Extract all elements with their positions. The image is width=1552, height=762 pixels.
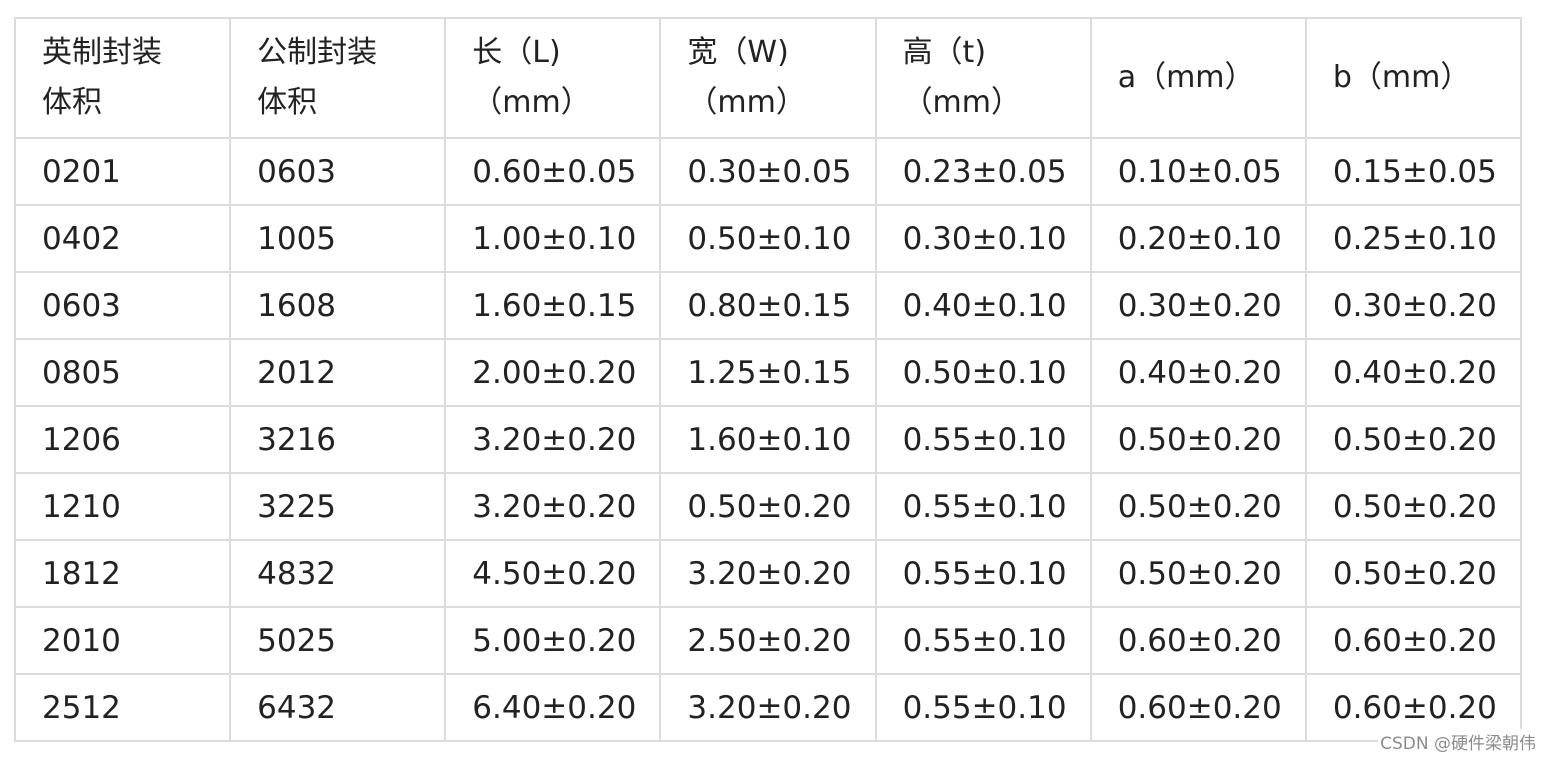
table-cell: 4.50±0.20: [444, 539, 662, 608]
table-cell: 0.50±0.20: [659, 472, 877, 541]
table-cell: 1.00±0.10: [444, 204, 662, 273]
table-cell: 1608: [229, 271, 447, 340]
table-cell: 0.55±0.10: [874, 539, 1092, 608]
table-row: 2512 6432 6.40±0.20 3.20±0.20 0.55±0.10 0.60±…: [13, 673, 1523, 742]
header-b: b（mm）: [1304, 17, 1523, 139]
table-cell: 0.40±0.10: [874, 271, 1092, 340]
table-cell: 0.25±0.10: [1304, 204, 1523, 273]
table-cell: 3216: [229, 405, 447, 474]
table-cell: 0.55±0.10: [874, 673, 1092, 742]
table-cell: 6.40±0.20: [444, 673, 662, 742]
table-cell: 3.20±0.20: [659, 539, 877, 608]
table-cell: 0.30±0.20: [1089, 271, 1307, 340]
table-cell: 3.20±0.20: [444, 405, 662, 474]
table-row: 0805 2012 2.00±0.20 1.25±0.15 0.50±0.10 0.40±…: [13, 338, 1523, 407]
table-cell: 0.55±0.10: [874, 472, 1092, 541]
header-width: 宽（W) （mm）: [659, 17, 877, 139]
table-cell: 0.50±0.20: [1304, 539, 1523, 608]
table-cell: 0201: [13, 137, 232, 206]
table-row: 0402 1005 1.00±0.10 0.50±0.10 0.30±0.10 0.20±…: [13, 204, 1523, 273]
table-cell: 0.50±0.10: [659, 204, 877, 273]
table-row: 1210 3225 3.20±0.20 0.50±0.20 0.55±0.10 0.50±…: [13, 472, 1523, 541]
table-cell: 0.50±0.20: [1304, 405, 1523, 474]
table-cell: 5025: [229, 606, 447, 675]
table-cell: 0402: [13, 204, 232, 273]
header-line: （mm）: [902, 85, 1022, 120]
table-body: 0201 0603 0.60±0.05 0.30±0.05 0.23±0.05 0.10±…: [13, 137, 1523, 742]
table-cell: 0.60±0.20: [1304, 606, 1523, 675]
table-cell: 1005: [229, 204, 447, 273]
table-cell: 0.55±0.10: [874, 606, 1092, 675]
header-a: a（mm）: [1089, 17, 1307, 139]
table-cell: 2.00±0.20: [444, 338, 662, 407]
table-cell: 0.60±0.20: [1089, 606, 1307, 675]
table-cell: 0.50±0.20: [1089, 405, 1307, 474]
table-cell: 1206: [13, 405, 232, 474]
header-length: 长（L) （mm）: [444, 17, 662, 139]
table-cell: 6432: [229, 673, 447, 742]
table-cell: 0.30±0.20: [1304, 271, 1523, 340]
table-cell: 0.40±0.20: [1304, 338, 1523, 407]
header-imperial-package: 英制封装 体积: [13, 17, 232, 139]
table-cell: 0.60±0.05: [444, 137, 662, 206]
table-cell: 2.50±0.20: [659, 606, 877, 675]
table-cell: 2012: [229, 338, 447, 407]
table-cell: 0805: [13, 338, 232, 407]
table-cell: 3225: [229, 472, 447, 541]
table-cell: 0.30±0.05: [659, 137, 877, 206]
header-line: 英制封装: [42, 35, 162, 70]
header-line: 体积: [42, 85, 102, 120]
table-cell: 1.60±0.10: [659, 405, 877, 474]
table-row: 0603 1608 1.60±0.15 0.80±0.15 0.40±0.10 0.30±…: [13, 271, 1523, 340]
table-cell: 0603: [229, 137, 447, 206]
package-dimension-table: 英制封装 体积 公制封装 体积 长（L) （mm） 宽（W) （mm） 高（t)…: [13, 17, 1523, 742]
table-cell: 0.55±0.10: [874, 405, 1092, 474]
table-cell: 0.20±0.10: [1089, 204, 1307, 273]
table-cell: 1812: [13, 539, 232, 608]
table-cell: 1210: [13, 472, 232, 541]
table-cell: 0.60±0.20: [1089, 673, 1307, 742]
table-cell: 3.20±0.20: [659, 673, 877, 742]
header-line: （mm）: [687, 85, 806, 120]
header-metric-package: 公制封装 体积: [229, 17, 447, 139]
table-row: 1812 4832 4.50±0.20 3.20±0.20 0.55±0.10 0.50±…: [13, 539, 1523, 608]
table-cell: 2512: [13, 673, 232, 742]
header-height: 高（t) （mm）: [874, 17, 1092, 139]
table-cell: 0.50±0.20: [1304, 472, 1523, 541]
table-cell: 0.50±0.20: [1089, 539, 1307, 608]
header-line: （mm）: [472, 85, 591, 120]
header-line: a（mm）: [1117, 60, 1255, 95]
table-header-row: 英制封装 体积 公制封装 体积 长（L) （mm） 宽（W) （mm） 高（t)…: [13, 17, 1523, 139]
table-cell: 4832: [229, 539, 447, 608]
table-row: 0201 0603 0.60±0.05 0.30±0.05 0.23±0.05 0.10±…: [13, 137, 1523, 206]
table-cell: 0.50±0.10: [874, 338, 1092, 407]
table-cell: 1.60±0.15: [444, 271, 662, 340]
table-cell: 5.00±0.20: [444, 606, 662, 675]
table-cell: 0.15±0.05: [1304, 137, 1523, 206]
header-line: 体积: [257, 85, 318, 120]
table-cell: 3.20±0.20: [444, 472, 662, 541]
watermark: CSDN @硬件梁朝伟: [1378, 729, 1538, 754]
header-line: 宽（W): [687, 35, 789, 70]
table-cell: 0.23±0.05: [874, 137, 1092, 206]
table-row: 1206 3216 3.20±0.20 1.60±0.10 0.55±0.10 0.50±…: [13, 405, 1523, 474]
table-cell: 0.50±0.20: [1089, 472, 1307, 541]
header-line: 公制封装: [257, 35, 378, 70]
table-cell: 0.10±0.05: [1089, 137, 1307, 206]
table-row: 2010 5025 5.00±0.20 2.50±0.20 0.55±0.10 0.60±…: [13, 606, 1523, 675]
header-line: 高（t): [902, 35, 987, 70]
table-cell: 0.30±0.10: [874, 204, 1092, 273]
header-line: b（mm）: [1332, 60, 1471, 95]
table-cell: 1.25±0.15: [659, 338, 877, 407]
header-line: 长（L): [472, 35, 561, 70]
table-cell: 0.80±0.15: [659, 271, 877, 340]
table-cell: 0.40±0.20: [1089, 338, 1307, 407]
table-cell: 0603: [13, 271, 232, 340]
table-cell: 2010: [13, 606, 232, 675]
